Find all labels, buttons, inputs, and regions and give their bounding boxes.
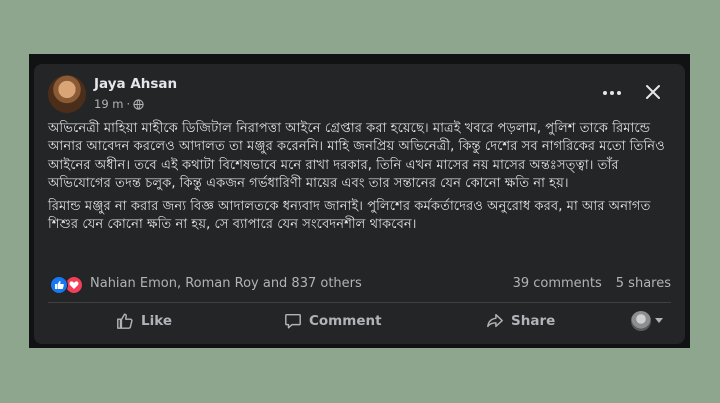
post-meta: 19 m ·	[94, 97, 144, 111]
comment-icon	[285, 313, 301, 329]
share-icon	[487, 313, 503, 328]
viewer-avatar	[631, 311, 651, 331]
comments-count[interactable]: 39 comments	[513, 276, 602, 291]
author-name[interactable]: Jaya Ahsan	[94, 76, 177, 92]
post-body: অভিনেত্রী মাহিয়া মাহীকে ডিজিটাল নিরাপত্…	[48, 120, 671, 238]
thumbs-up-icon	[117, 313, 133, 329]
comment-label: Comment	[309, 313, 382, 329]
post-time[interactable]: 19 m	[94, 97, 124, 111]
post-header: Jaya Ahsan 19 m ·	[34, 64, 685, 120]
shares-count[interactable]: 5 shares	[616, 276, 671, 291]
author-avatar[interactable]	[48, 75, 86, 113]
screenshot-frame: Jaya Ahsan 19 m · অভিনেত্রী মাহিয়া মাহী…	[29, 54, 690, 348]
close-icon	[646, 85, 660, 99]
like-button[interactable]: Like	[116, 306, 172, 336]
post-paragraph: অভিনেত্রী মাহিয়া মাহীকে ডিজিটাল নিরাপত্…	[48, 121, 665, 192]
share-button[interactable]: Share	[486, 306, 555, 336]
reaction-names[interactable]: Nahian Emon, Roman Roy and 837 others	[90, 276, 362, 291]
more-horizontal-icon	[603, 91, 621, 95]
like-icon	[50, 276, 68, 294]
post-paragraph: রিমান্ড মঞ্জুর না করার জন্য বিজ্ঞ আদালতক…	[48, 198, 651, 233]
reactions-bar: Nahian Emon, Roman Roy and 837 others 39…	[50, 275, 671, 295]
chevron-down-icon	[655, 318, 663, 323]
post-card: Jaya Ahsan 19 m · অভিনেত্রী মাহিয়া মাহী…	[34, 64, 685, 344]
comment-button[interactable]: Comment	[284, 306, 382, 336]
more-options-button[interactable]	[599, 82, 625, 104]
action-bar: Like Comment Share	[48, 306, 671, 336]
react-as-selector[interactable]	[631, 306, 663, 336]
reaction-icons[interactable]	[50, 275, 86, 294]
like-label: Like	[141, 313, 173, 329]
share-label: Share	[511, 313, 556, 329]
meta-separator: ·	[126, 97, 131, 111]
close-button[interactable]	[641, 80, 665, 104]
engagement-counts: 39 comments 5 shares	[513, 276, 671, 291]
globe-icon[interactable]	[133, 98, 144, 110]
actions-divider	[48, 302, 671, 303]
